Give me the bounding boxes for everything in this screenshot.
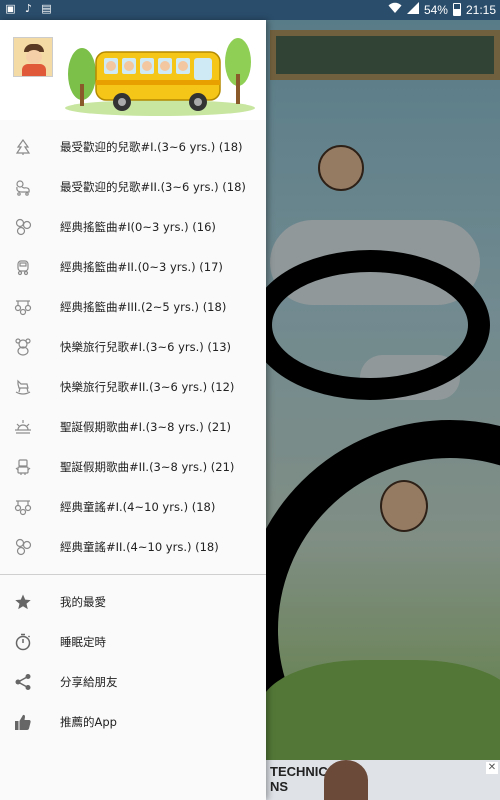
favorites-item[interactable]: 我的最愛 — [0, 582, 266, 622]
star-icon — [13, 592, 33, 612]
battery-icon — [452, 3, 461, 16]
sleep-timer-item[interactable]: 睡眠定時 — [0, 622, 266, 662]
recommended-apps-item[interactable]: 推薦的App — [0, 702, 266, 742]
menu-item-label: 分享給朋友 — [60, 675, 118, 689]
menu-item-label: 最受歡迎的兒歌#II.(3~6 yrs.) (18) — [60, 180, 246, 194]
menu-item-label: 最受歡迎的兒歌#I.(3~6 yrs.) (18) — [60, 140, 243, 154]
playlist-menu: 最受歡迎的兒歌#I.(3~6 yrs.) (18) 最受歡迎的兒歌#II.(3~… — [0, 120, 266, 567]
thumbs-up-icon — [13, 712, 33, 732]
menu-item-playlist[interactable]: 經典搖籃曲#III.(2~5 yrs.) (18) — [0, 287, 266, 327]
baby-mobile-icon — [13, 297, 33, 317]
menu-item-playlist[interactable]: 經典童謠#II.(4~10 yrs.) (18) — [0, 527, 266, 567]
sim-icon: ▤ — [41, 2, 52, 15]
ad-close-icon[interactable]: ✕ — [486, 762, 498, 774]
wifi-icon — [388, 2, 402, 17]
menu-item-label: 經典童謠#II.(4~10 yrs.) (18) — [60, 540, 219, 554]
robot-icon — [13, 457, 33, 477]
menu-item-playlist[interactable]: 聖誕假期歌曲#I.(3~8 yrs.) (21) — [0, 407, 266, 447]
pinwheel-icon — [13, 217, 33, 237]
app-logo — [13, 37, 53, 77]
rocking-horse-icon — [13, 377, 33, 397]
menu-item-label: 經典童謠#I.(4~10 yrs.) (18) — [60, 500, 216, 514]
ad-banner[interactable]: TECHNICAL NS ✕ — [266, 760, 500, 800]
menu-item-label: 經典搖籃曲#I(0~3 yrs.) (16) — [60, 220, 216, 234]
notification-icons: ▣ ♪ ▤ — [4, 2, 53, 15]
menu-item-playlist[interactable]: 最受歡迎的兒歌#II.(3~6 yrs.) (18) — [0, 167, 266, 207]
clock: 21:15 — [465, 2, 496, 17]
teddy-bear-icon — [13, 337, 33, 357]
ad-image — [324, 760, 368, 800]
toy-car-icon — [13, 257, 33, 277]
navigation-drawer: 最受歡迎的兒歌#I.(3~6 yrs.) (18) 最受歡迎的兒歌#II.(3~… — [0, 20, 266, 800]
menu-item-playlist[interactable]: 快樂旅行兒歌#II.(3~6 yrs.) (12) — [0, 367, 266, 407]
menu-item-playlist[interactable]: 經典搖籃曲#II.(0~3 yrs.) (17) — [0, 247, 266, 287]
menu-item-label: 我的最愛 — [60, 595, 106, 609]
image-icon: ▣ — [5, 2, 16, 15]
menu-item-playlist[interactable]: 聖誕假期歌曲#II.(3~8 yrs.) (21) — [0, 447, 266, 487]
system-status: 54% 21:15 — [388, 2, 496, 17]
menu-item-label: 聖誕假期歌曲#II.(3~8 yrs.) (21) — [60, 460, 235, 474]
battery-percent: 54% — [423, 2, 448, 17]
menu-item-playlist[interactable]: 最受歡迎的兒歌#I.(3~6 yrs.) (18) — [0, 127, 266, 167]
menu-item-label: 睡眠定時 — [60, 635, 106, 649]
share-icon — [13, 672, 33, 692]
menu-item-playlist[interactable]: 快樂旅行兒歌#I.(3~6 yrs.) (13) — [0, 327, 266, 367]
menu-item-label: 聖誕假期歌曲#I.(3~8 yrs.) (21) — [60, 420, 232, 434]
menu-item-label: 經典搖籃曲#II.(0~3 yrs.) (17) — [60, 260, 223, 274]
menu-item-playlist[interactable]: 經典搖籃曲#I(0~3 yrs.) (16) — [0, 207, 266, 247]
action-menu: 我的最愛 睡眠定時 分享給朋友 推薦的App — [0, 582, 266, 742]
menu-item-label: 快樂旅行兒歌#I.(3~6 yrs.) (13) — [60, 340, 232, 354]
status-bar: ▣ ♪ ▤ 54% 21:15 — [0, 0, 500, 20]
menu-item-label: 推薦的App — [60, 715, 117, 729]
menu-item-label: 經典搖籃曲#III.(2~5 yrs.) (18) — [60, 300, 227, 314]
menu-item-playlist[interactable]: 經典童謠#I.(4~10 yrs.) (18) — [0, 487, 266, 527]
sunrise-icon — [13, 417, 33, 437]
divider — [0, 574, 266, 575]
duck-toy-icon — [13, 177, 33, 197]
menu-item-label: 快樂旅行兒歌#II.(3~6 yrs.) (12) — [60, 380, 235, 394]
school-bus-illustration — [65, 38, 255, 116]
share-item[interactable]: 分享給朋友 — [0, 662, 266, 702]
timer-icon — [13, 632, 33, 652]
music-icon: ♪ — [24, 2, 33, 15]
baby-mobile-icon — [13, 497, 33, 517]
christmas-tree-icon — [13, 137, 33, 157]
pinwheel-icon — [13, 537, 33, 557]
drawer-header — [0, 20, 266, 120]
signal-icon — [406, 2, 419, 17]
